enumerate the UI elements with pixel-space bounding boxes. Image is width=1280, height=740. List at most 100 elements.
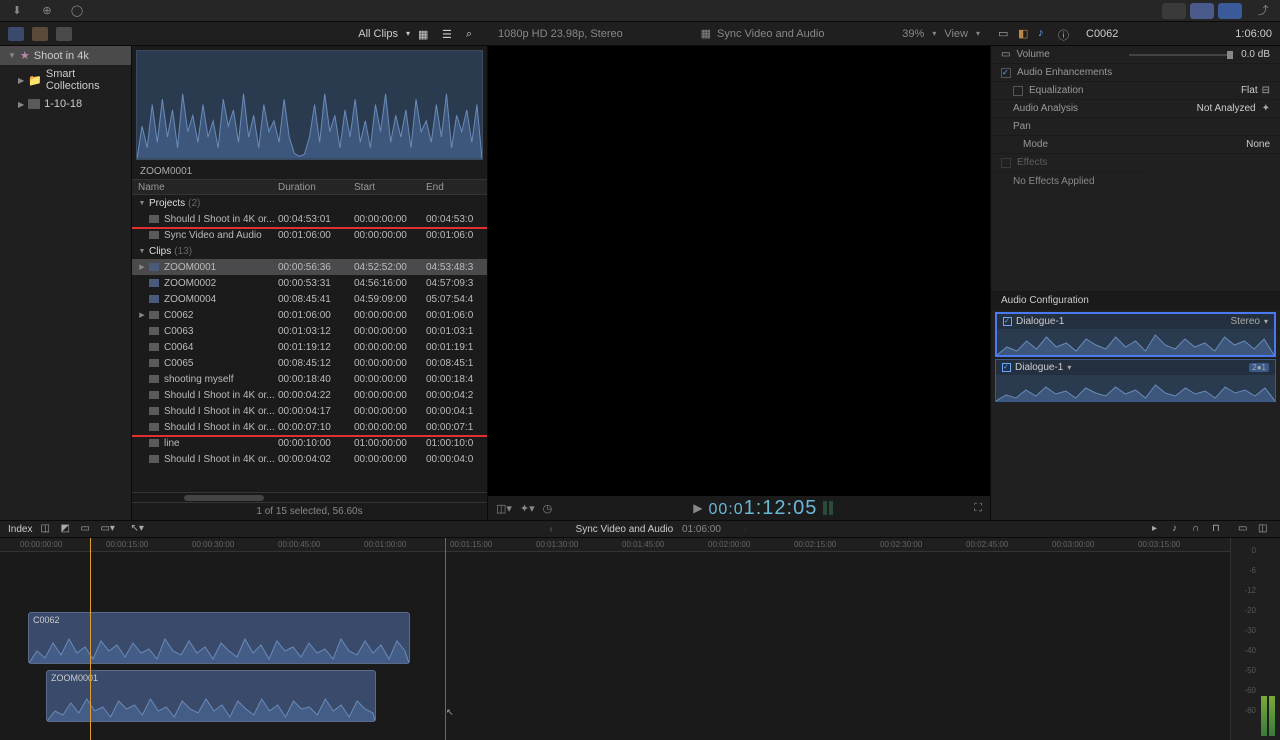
sidebar-item-shoot-in-4k[interactable]: ▼ ★ Shoot in 4k xyxy=(0,46,131,65)
table-row[interactable]: Sync Video and Audio00:01:06:0000:00:00:… xyxy=(132,227,487,243)
enhancements-row[interactable]: Audio Enhancements xyxy=(991,64,1280,82)
table-row[interactable]: Should I Shoot in 4K or...00:04:53:0100:… xyxy=(132,211,487,227)
disclosure-icon[interactable]: ▼ xyxy=(8,51,16,60)
timeline-clip-zoom0001[interactable]: ZOOM0001 xyxy=(46,670,376,722)
wand-icon[interactable]: ✦ xyxy=(1262,103,1270,114)
timeline-tracks[interactable]: 00:00:00:0000:00:15:0000:00:30:0000:00:4… xyxy=(0,538,1230,740)
clips-filter-label: All Clips xyxy=(358,28,398,40)
transform-icon[interactable]: ◫▾ xyxy=(496,502,512,515)
event-icon xyxy=(28,99,40,109)
track-format[interactable]: Stereo xyxy=(1231,316,1260,327)
audio-track-1[interactable]: Dialogue-1 Stereo ▾ xyxy=(995,312,1276,357)
eq-checkbox[interactable] xyxy=(1013,86,1023,96)
col-name[interactable]: Name xyxy=(132,182,278,193)
timecode-display[interactable]: 00:01:12:05 xyxy=(708,497,817,520)
photos-icon[interactable] xyxy=(32,27,48,41)
waveform-preview[interactable] xyxy=(136,50,483,160)
col-duration[interactable]: Duration xyxy=(278,182,354,193)
mode-value[interactable]: None xyxy=(1246,139,1270,150)
table-row[interactable]: Should I Shoot in 4K or...00:00:04:2200:… xyxy=(132,387,487,403)
sidebar-item-date[interactable]: ▶ 1-10-18 xyxy=(0,95,131,113)
zoom-slider-icon[interactable]: ◫ xyxy=(1258,523,1272,535)
tc-main: 1:12:05 xyxy=(744,497,818,519)
workspace-layout-1[interactable] xyxy=(1162,3,1186,19)
meter-scale-label: -6 xyxy=(1249,566,1256,575)
audio-config-title: Audio Configuration xyxy=(991,291,1280,310)
table-row[interactable]: ▼Projects (2) xyxy=(132,195,487,211)
table-row[interactable]: ▼Clips (13) xyxy=(132,243,487,259)
history-forward-icon[interactable]: › xyxy=(744,524,747,535)
snap-icon[interactable]: ⊓ xyxy=(1212,523,1226,535)
table-row[interactable]: ZOOM000400:08:45:4104:59:09:0005:07:54:4 xyxy=(132,291,487,307)
search-icon[interactable]: ⌕ xyxy=(466,28,482,40)
skimmer[interactable] xyxy=(445,538,446,740)
workspace-layout-2[interactable] xyxy=(1190,3,1214,19)
equalization-row[interactable]: Equalization Flat ⊟ xyxy=(991,82,1280,100)
retime-icon[interactable]: ◷ xyxy=(543,502,553,515)
effects-checkbox[interactable] xyxy=(1001,158,1011,168)
eq-value[interactable]: Flat xyxy=(1241,85,1258,96)
clips-filter[interactable]: All Clips ▾ ▦ ☰ ⌕ xyxy=(358,28,488,40)
skimming-icon[interactable]: ▸ xyxy=(1152,523,1166,535)
ruler-tick: 00:01:15:00 xyxy=(450,540,492,549)
append-icon[interactable]: ▭▾ xyxy=(100,523,114,535)
mode-row[interactable]: Mode None xyxy=(991,136,1280,154)
analysis-row[interactable]: Audio Analysis Not Analyzed ✦ xyxy=(991,100,1280,118)
volume-row[interactable]: ▭ Volume 0.0 dB xyxy=(991,46,1280,64)
col-start[interactable]: Start xyxy=(354,182,426,193)
table-row[interactable]: C006500:08:45:1200:00:00:0000:08:45:1 xyxy=(132,355,487,371)
viewer-canvas[interactable] xyxy=(488,46,990,520)
timeline-clip-c0062[interactable]: C0062 xyxy=(28,612,410,664)
horizontal-scrollbar[interactable] xyxy=(132,492,487,502)
audio-inspector-icon[interactable]: ♪ xyxy=(1038,27,1052,41)
titles-icon[interactable] xyxy=(56,27,72,41)
audio-skim-icon[interactable]: ♪ xyxy=(1172,523,1186,535)
meter-scale-label: -60 xyxy=(1244,686,1256,695)
audio-track-2[interactable]: Dialogue-1 ▾ 2●1 xyxy=(995,359,1276,402)
solo-icon[interactable]: ∩ xyxy=(1192,523,1206,535)
info-inspector-icon[interactable]: ⓘ xyxy=(1058,27,1072,41)
table-row[interactable]: shooting myself00:00:18:4000:00:00:0000:… xyxy=(132,371,487,387)
disclosure-icon[interactable]: ▶ xyxy=(18,76,24,85)
table-row[interactable]: Should I Shoot in 4K or...00:00:04:1700:… xyxy=(132,403,487,419)
zoom-level[interactable]: 39% xyxy=(902,28,924,40)
video-inspector-icon[interactable]: ▭ xyxy=(998,27,1012,41)
filmstrip-icon[interactable]: ▦ xyxy=(418,28,434,40)
table-row[interactable]: C006400:01:19:1200:00:00:0000:01:19:1 xyxy=(132,339,487,355)
table-row[interactable]: C006300:01:03:1200:00:00:0000:01:03:1 xyxy=(132,323,487,339)
disclosure-icon[interactable]: ▶ xyxy=(18,100,24,109)
library-sidebar: ▼ ★ Shoot in 4k ▶ 📁 Smart Collections ▶ … xyxy=(0,46,132,520)
keyword-icon[interactable]: ⊕ xyxy=(38,4,56,18)
table-row[interactable]: Should I Shoot in 4K or...00:00:04:0200:… xyxy=(132,451,487,467)
table-row[interactable]: ▶ZOOM000100:00:56:3604:52:52:0004:53:48:… xyxy=(132,259,487,275)
clip-appearance-icon[interactable]: ▭ xyxy=(1238,523,1252,535)
history-back-icon[interactable]: ‹ xyxy=(549,524,552,535)
table-row[interactable]: ▶C006200:01:06:0000:00:00:0000:01:06:0 xyxy=(132,307,487,323)
col-end[interactable]: End xyxy=(426,182,484,193)
index-button[interactable]: Index xyxy=(8,524,32,535)
insert-icon[interactable]: ▭ xyxy=(80,523,94,535)
track-checkbox[interactable] xyxy=(1002,363,1011,372)
connect-icon[interactable]: ◩ xyxy=(60,523,74,535)
sidebar-item-smart-collections[interactable]: ▶ 📁 Smart Collections xyxy=(0,65,131,95)
enhancements-checkbox[interactable] xyxy=(1001,68,1011,78)
import-icon[interactable]: ⬇ xyxy=(8,4,26,18)
fullscreen-icon[interactable]: ⛶ xyxy=(974,502,982,514)
list-icon[interactable]: ☰ xyxy=(442,28,458,40)
table-row[interactable]: ZOOM000200:00:53:3104:56:16:0004:57:09:3 xyxy=(132,275,487,291)
wand-icon[interactable]: ✦▾ xyxy=(520,502,535,515)
workspace-layout-3[interactable] xyxy=(1218,3,1242,19)
playhead[interactable] xyxy=(90,538,91,740)
color-inspector-icon[interactable]: ◧ xyxy=(1018,27,1032,41)
play-button[interactable]: ▶ xyxy=(693,501,702,515)
view-menu[interactable]: View xyxy=(944,28,968,40)
select-tool-icon[interactable]: ↖▾ xyxy=(130,523,144,535)
timeline-ruler[interactable]: 00:00:00:0000:00:15:0000:00:30:0000:00:4… xyxy=(0,538,1230,552)
library-icon[interactable] xyxy=(8,27,24,41)
trim-icon[interactable]: ◫ xyxy=(40,523,54,535)
table-row[interactable]: line00:00:10:0001:00:00:0001:00:10:0 xyxy=(132,435,487,451)
share-icon[interactable]: ⤴ xyxy=(1254,3,1272,17)
table-row[interactable]: Should I Shoot in 4K or...00:00:07:1000:… xyxy=(132,419,487,435)
render-icon[interactable]: ◯ xyxy=(68,4,86,18)
track-checkbox[interactable] xyxy=(1003,317,1012,326)
